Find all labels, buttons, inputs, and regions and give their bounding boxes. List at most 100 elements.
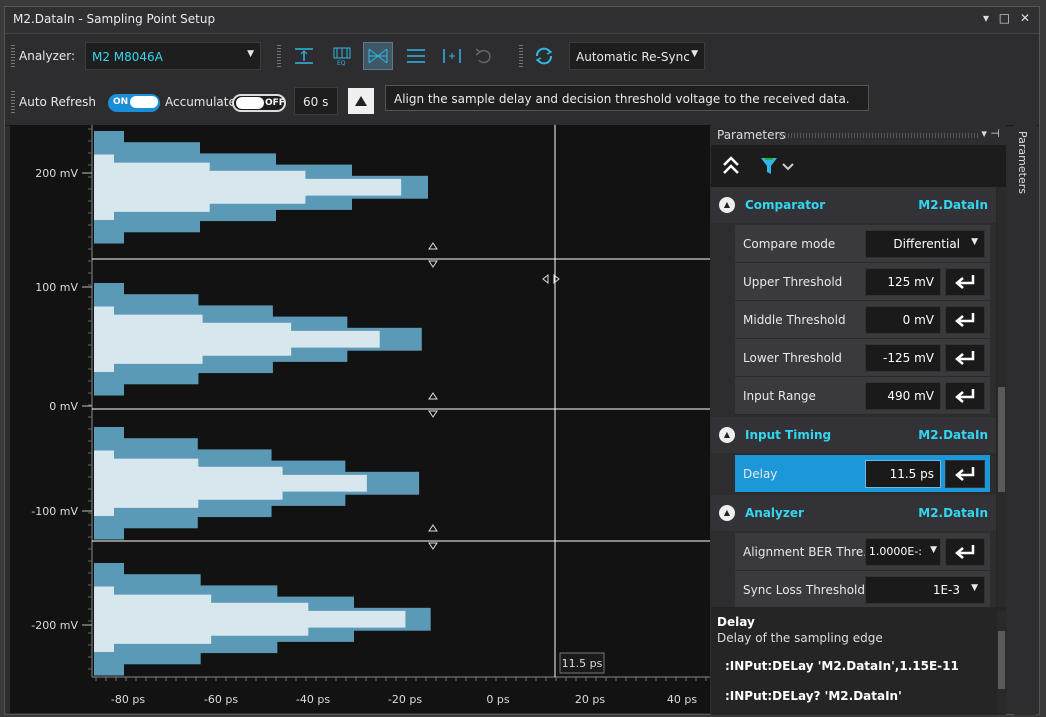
section-input-timing[interactable]: ▲ Input Timing M2.DataIn: [711, 417, 996, 453]
description-scrollbar[interactable]: [997, 611, 1006, 715]
enter-button[interactable]: [945, 268, 985, 296]
panel-title: Parameters: [717, 128, 786, 142]
eye-diagram-chart[interactable]: 200 mV 100 mV 0 mV -100 mV -200 mV -80 ps -60 …: [10, 125, 710, 713]
panel-toolbar: [711, 145, 1006, 188]
lower-threshold-field[interactable]: -125 mV: [865, 344, 941, 372]
parameters-panel: Parameters ▾ ⊣ ▲ Comparator M2.DataIn Co…: [711, 125, 1006, 715]
scrollbar-thumb[interactable]: [998, 631, 1005, 689]
collapse-icon[interactable]: ▲: [719, 505, 735, 521]
enter-button[interactable]: [945, 344, 985, 372]
scpi-command-set: :INPut:DELay 'M2.DataIn',1.15E-11: [725, 659, 959, 673]
enter-icon: [955, 351, 975, 365]
sampling-plot[interactable]: 200 mV 100 mV 0 mV -100 mV -200 mV -80 ps -60 …: [10, 125, 710, 713]
duration-field[interactable]: 60 s: [294, 87, 338, 115]
param-input-range[interactable]: Input Range 490 mV: [735, 377, 990, 415]
filter-icon[interactable]: [759, 156, 795, 179]
analyzer-select[interactable]: M2 M8046A ▼: [85, 42, 261, 70]
toolbar-grip[interactable]: [11, 91, 15, 113]
compare-mode-select[interactable]: Differential ▼: [865, 230, 985, 258]
y-tick-label: 200 mV: [35, 167, 78, 180]
section-analyzer[interactable]: ▲ Analyzer M2.DataIn: [711, 495, 996, 531]
eye-histogram-bar: [94, 427, 124, 439]
eye-histogram-core: [94, 474, 367, 484]
description-pane: Delay Delay of the sampling edge :INPut:…: [711, 609, 996, 715]
section-comparator[interactable]: ▲ Comparator M2.DataIn: [711, 187, 996, 223]
window-controls[interactable]: ▾ □ ✕: [983, 11, 1033, 25]
param-value: 125 mV: [887, 275, 934, 289]
input-range-field[interactable]: 490 mV: [865, 382, 941, 410]
eye-histogram-core: [94, 635, 212, 644]
eye-histogram-core: [94, 170, 306, 180]
eye-histogram-core: [94, 178, 402, 188]
x-tick-label: -60 ps: [204, 693, 238, 706]
collapse-icon[interactable]: ▲: [719, 427, 735, 443]
panel-drag-handle[interactable]: [779, 133, 979, 138]
scpi-command-query: :INPut:DELay? 'M2.DataIn': [725, 689, 902, 703]
eye-histogram-bar: [94, 563, 124, 575]
threshold-handle-up-icon: [428, 524, 438, 532]
align-both-icon[interactable]: [363, 42, 393, 70]
delay-field[interactable]: 11.5 ps: [865, 460, 941, 488]
threshold-handle-down-icon: [428, 542, 438, 550]
param-alignment-ber[interactable]: Alignment BER Thre... 1.0000E-: ▼: [735, 533, 990, 571]
threshold-handle-up-icon: [428, 242, 438, 250]
align-delay-icon[interactable]: [291, 43, 317, 69]
eye-histogram-core: [94, 339, 380, 348]
param-upper-threshold[interactable]: Upper Threshold 125 mV: [735, 263, 990, 301]
description-title: Delay: [717, 615, 755, 629]
toolbar-grip[interactable]: [277, 45, 281, 67]
collapse-icon[interactable]: ▲: [719, 197, 735, 213]
svg-text:EQ: EQ: [337, 60, 346, 66]
enter-icon: [955, 389, 975, 403]
eq-icon[interactable]: EQ: [329, 43, 355, 69]
param-sync-loss[interactable]: Sync Loss Threshold 1E-3 ▼: [735, 571, 990, 607]
param-value: 11.5 ps: [889, 467, 934, 481]
param-delay[interactable]: Delay 11.5 ps: [735, 455, 990, 493]
middle-threshold-field[interactable]: 0 mV: [865, 306, 941, 334]
align-threshold-icon[interactable]: [403, 43, 429, 69]
alignment-ber-select[interactable]: 1.0000E-: ▼: [865, 538, 941, 566]
param-label: Input Range: [743, 389, 816, 403]
y-tick-label: -100 mV: [31, 505, 78, 518]
eye-histogram-bar: [94, 527, 124, 540]
eye-histogram-core: [94, 627, 309, 636]
scrollbar-thumb[interactable]: [998, 387, 1005, 492]
panel-pin-icon[interactable]: ▾ ⊣: [981, 127, 1000, 140]
accumulate-toggle[interactable]: OFF: [232, 94, 286, 112]
undo-icon[interactable]: [471, 43, 497, 69]
toolbar-grip[interactable]: [11, 45, 15, 67]
eye-histogram-core: [94, 347, 292, 356]
enter-button[interactable]: [945, 306, 985, 334]
eye-histogram-core: [94, 499, 199, 508]
enter-button[interactable]: [945, 382, 985, 410]
eye-histogram-core: [94, 306, 114, 316]
resync-icon[interactable]: [531, 43, 557, 69]
parameters-side-tab[interactable]: Parameters: [1014, 125, 1036, 715]
param-lower-threshold[interactable]: Lower Threshold -125 mV: [735, 339, 990, 377]
auto-refresh-toggle[interactable]: ON: [108, 94, 160, 112]
param-label: Sync Loss Threshold: [743, 583, 866, 597]
y-tick-label: 0 mV: [49, 400, 78, 413]
enter-button[interactable]: [945, 460, 985, 488]
toolbar-grip[interactable]: [519, 45, 523, 67]
eye-histogram-core: [94, 187, 402, 196]
duration-value: 60 s: [303, 95, 329, 109]
parameter-scrollbar[interactable]: [997, 187, 1006, 607]
param-middle-threshold[interactable]: Middle Threshold 0 mV: [735, 301, 990, 339]
analyzer-label: Analyzer:: [19, 49, 76, 63]
collapse-all-icon[interactable]: [721, 155, 741, 180]
param-label: Upper Threshold: [743, 275, 843, 289]
center-delay-icon[interactable]: [439, 43, 465, 69]
sync-loss-select[interactable]: 1E-3 ▼: [865, 576, 985, 604]
upper-threshold-field[interactable]: 125 mV: [865, 268, 941, 296]
up-arrow-button[interactable]: [348, 88, 374, 114]
enter-button[interactable]: [945, 538, 985, 566]
sync-mode-select[interactable]: Automatic Re-Sync ▼: [569, 42, 705, 70]
description-text: Delay of the sampling edge: [717, 631, 883, 645]
section-title: Comparator: [745, 198, 826, 212]
triangle-up-icon: [355, 96, 367, 106]
param-compare-mode[interactable]: Compare mode Differential ▼: [735, 225, 990, 263]
sync-mode-value: Automatic Re-Sync: [576, 50, 690, 64]
eye-histogram-core: [94, 610, 406, 620]
param-value: 1.0000E-:: [868, 545, 922, 558]
